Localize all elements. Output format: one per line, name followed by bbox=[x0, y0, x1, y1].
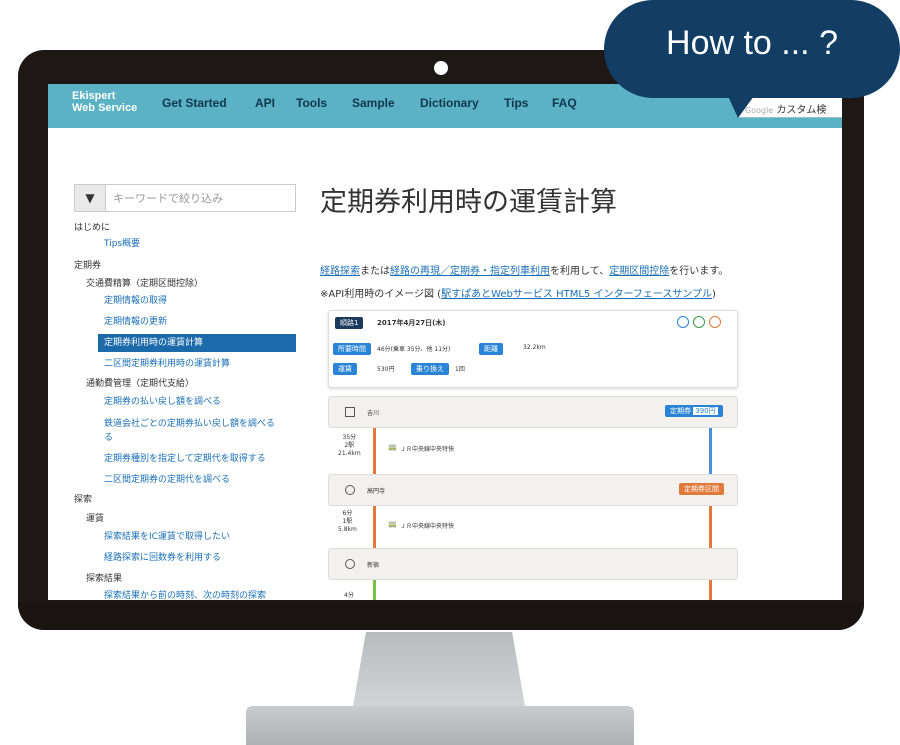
intro-paragraph: 経路探索または経路の再現／定期券・指定列車利用を利用して、定期区間控除を行います… bbox=[320, 266, 729, 277]
pin-icon[interactable] bbox=[677, 316, 689, 328]
nav-dictionary[interactable]: Dictionary bbox=[420, 96, 479, 110]
transfer-value: 1回 bbox=[455, 366, 465, 373]
teiki-tag: 定期券 390円 bbox=[665, 405, 723, 417]
line-name-1: ＪＲ中央線中央特快 bbox=[400, 446, 455, 453]
stop-name: 高円寺 bbox=[367, 488, 386, 495]
label-distance: 距離 bbox=[479, 343, 503, 355]
route-summary-card: 順路1 2017年4月27日(木) 所要時間 46分(乗車 35分、他 11分)… bbox=[328, 310, 738, 388]
fare-value: 530円 bbox=[377, 366, 395, 373]
train-icon: 🚃 bbox=[388, 520, 397, 528]
stop-name: 新宿 bbox=[367, 562, 380, 569]
link-html5-sample[interactable]: 駅すぱあとWebサービス HTML5 インターフェースサンプル bbox=[441, 289, 712, 300]
station-icon bbox=[345, 485, 355, 495]
link-teiki-deduction[interactable]: 定期区間控除 bbox=[609, 266, 669, 277]
sidebar-item-refund[interactable]: 定期券の払い戻し額を調べる bbox=[104, 396, 221, 408]
nav-sample[interactable]: Sample bbox=[352, 96, 395, 110]
sidebar-section-hajimeni[interactable]: はじめに bbox=[74, 222, 110, 234]
segment-1-info: 35分 2駅 21.4km bbox=[338, 434, 361, 457]
speech-bubble-tail bbox=[728, 96, 754, 118]
distance-value: 32.2km bbox=[523, 344, 546, 351]
train-icon: 🚃 bbox=[388, 443, 397, 451]
route-date: 2017年4月27日(木) bbox=[377, 319, 446, 327]
sidebar-item-teiki-update[interactable]: 定期情報の更新 bbox=[104, 316, 167, 328]
monitor-stand-neck bbox=[352, 632, 526, 712]
station-icon bbox=[345, 559, 355, 569]
line-segment-3 bbox=[373, 578, 376, 600]
stop-koenji: 高円寺 定期券区間 bbox=[328, 474, 738, 506]
sidebar-section-teiki[interactable]: 定期券 bbox=[74, 260, 101, 272]
sidebar-section-tansaku[interactable]: 探索 bbox=[74, 494, 92, 506]
filter-input[interactable] bbox=[107, 185, 303, 211]
camera-icon bbox=[434, 61, 448, 75]
sidebar-group-koutsuhi[interactable]: 交通費精算（定期区間控除） bbox=[86, 278, 203, 290]
nav-api[interactable]: API bbox=[255, 96, 275, 110]
monitor-stand-base bbox=[246, 706, 634, 745]
origin-icon bbox=[345, 407, 355, 417]
segment-2-info: 6分 1駅 5.8km bbox=[338, 510, 357, 533]
monitor-chin bbox=[18, 602, 864, 630]
teiki-kukan-tag: 定期券区間 bbox=[679, 483, 724, 495]
sidebar-item-nikukan-price[interactable]: 二区間定期券の定期代を調べる bbox=[104, 474, 230, 486]
sidebar-group-tsukinhi[interactable]: 通勤費管理（定期代支給） bbox=[86, 378, 194, 390]
link-route-search[interactable]: 経路探索 bbox=[320, 266, 360, 277]
sidebar-group-tansaku-kekka[interactable]: 探索結果 bbox=[86, 573, 122, 585]
site-logo[interactable]: Ekispert Web Service bbox=[72, 90, 137, 114]
label-fare: 運賃 bbox=[333, 363, 357, 375]
sidebar-item-kaisuken[interactable]: 経路探索に回数券を利用する bbox=[104, 552, 221, 564]
nav-get-started[interactable]: Get Started bbox=[162, 96, 227, 110]
line-segment-2 bbox=[373, 502, 376, 548]
teiki-kukan-line bbox=[709, 494, 712, 600]
save-icon[interactable] bbox=[693, 316, 705, 328]
share-icon[interactable] bbox=[709, 316, 721, 328]
sidebar-item-refund-company-wrap[interactable]: る bbox=[104, 432, 113, 444]
funnel-icon[interactable]: ▼ bbox=[75, 185, 106, 211]
page-title: 定期券利用時の運賃計算 bbox=[320, 187, 617, 218]
sidebar-item-tips-overview[interactable]: Tips概要 bbox=[104, 238, 140, 250]
link-route-reproduce[interactable]: 経路の再現／定期券・指定列車利用 bbox=[390, 266, 550, 277]
sidebar-item-nikukan-fare[interactable]: 二区間定期券利用時の運賃計算 bbox=[104, 358, 230, 370]
stop-name: 吉川 bbox=[367, 410, 380, 417]
api-image-note: ※API利用時のイメージ図 (駅すぱあとWebサービス HTML5 インターフェ… bbox=[320, 289, 716, 300]
segment-3-info: 4分 bbox=[344, 592, 354, 599]
label-duration: 所要時間 bbox=[333, 343, 371, 355]
nav-tips[interactable]: Tips bbox=[504, 96, 528, 110]
sidebar-item-refund-company[interactable]: 鉄道会社ごとの定期券払い戻し額を調べる bbox=[104, 418, 275, 430]
sidebar-item-teiki-get[interactable]: 定期情報の取得 bbox=[104, 295, 167, 307]
teiki-range-line bbox=[709, 424, 712, 474]
logo-line2: Web Service bbox=[72, 102, 138, 114]
stop-shinjuku: 新宿 bbox=[328, 548, 738, 580]
sidebar-filter: ▼ bbox=[74, 184, 303, 212]
sidebar-item-teiki-fare-active[interactable]: 定期券利用時の運賃計算 bbox=[104, 337, 203, 349]
route-badge: 順路1 bbox=[335, 317, 364, 329]
stop-yoshikawa: 吉川 定期券 390円 bbox=[328, 396, 738, 428]
logo-line1: Ekispert bbox=[72, 90, 116, 102]
monitor-screen: Ekispert Web Service Get Started API Too… bbox=[48, 84, 842, 600]
duration-value: 46分(乗車 35分、他 11分) bbox=[377, 346, 451, 353]
sidebar-item-ic-fare[interactable]: 探索結果をIC運賃で取得したい bbox=[104, 531, 230, 543]
sidebar-item-teiki-type[interactable]: 定期券種別を指定して定期代を取得する bbox=[104, 453, 266, 465]
line-segment-1 bbox=[373, 426, 376, 474]
nav-faq[interactable]: FAQ bbox=[552, 96, 577, 110]
bubble-text: How to ... ? bbox=[666, 24, 838, 62]
sidebar-item-prev-next[interactable]: 探索結果から前の時刻、次の時刻の探索 bbox=[104, 590, 266, 600]
search-text: カスタム検 bbox=[776, 105, 827, 116]
sidebar-group-unchin[interactable]: 運賃 bbox=[86, 513, 104, 525]
line-name-2: ＪＲ中央線中央特快 bbox=[400, 523, 455, 530]
nav-tools[interactable]: Tools bbox=[296, 96, 327, 110]
label-transfer: 乗り換え bbox=[411, 363, 449, 375]
